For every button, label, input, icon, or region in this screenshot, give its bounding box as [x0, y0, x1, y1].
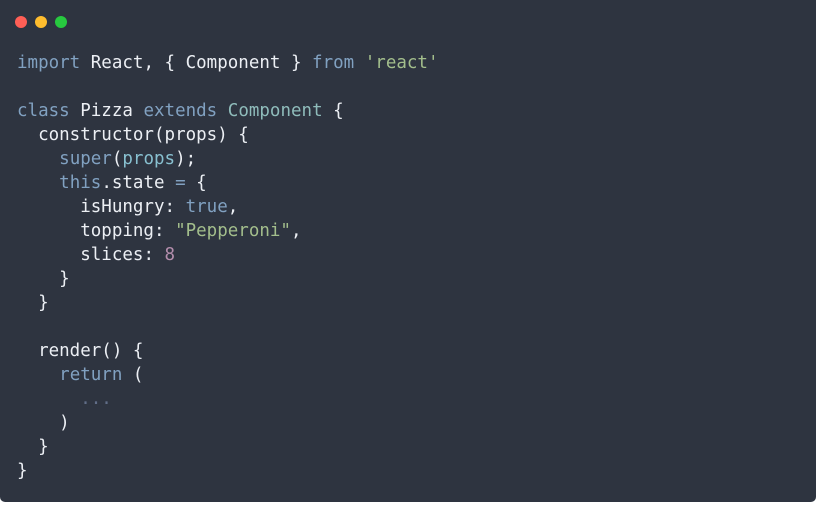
- code-token-punct: [133, 101, 144, 121]
- code-token-ident: isHungry: [80, 197, 165, 217]
- code-token-punct: );: [175, 149, 197, 169]
- code-token-punct: , {: [143, 53, 186, 73]
- code-token-punct: {: [322, 101, 344, 121]
- code-token-punct: [17, 389, 80, 409]
- code-line: return (: [17, 363, 439, 387]
- code-token-keyword: extends: [143, 101, 218, 121]
- code-token-punct: [70, 101, 81, 121]
- code-token-ident: slices: [80, 245, 144, 265]
- code-token-punct: :: [143, 245, 165, 265]
- code-token-punct: :: [153, 221, 176, 241]
- maximize-button[interactable]: [55, 16, 67, 28]
- code-line: render() {: [17, 339, 439, 363]
- code-line: slices: 8: [17, 243, 439, 267]
- code-token-ident: Pizza: [80, 101, 133, 121]
- code-token-ident: topping: [80, 221, 154, 241]
- code-token-keyword: class: [17, 101, 70, 121]
- code-token-punct: [80, 53, 91, 73]
- code-line: constructor(props) {: [17, 123, 439, 147]
- code-line: this.state = {: [17, 171, 439, 195]
- code-token-punct: }: [17, 269, 70, 289]
- code-token-ident: React: [90, 53, 144, 73]
- code-token-punct: (: [111, 149, 123, 169]
- code-token-punct: [17, 365, 59, 385]
- code-line: }: [17, 459, 439, 483]
- code-line: }: [17, 291, 439, 315]
- code-token-punct: [17, 221, 80, 241]
- code-line: }: [17, 267, 439, 291]
- code-line: }: [17, 435, 439, 459]
- code-token-punct: {: [185, 173, 207, 193]
- code-token-punct: :: [164, 197, 186, 217]
- code-token-punct: [354, 53, 365, 73]
- code-token-punct: (: [153, 125, 165, 145]
- code-token-punct: [17, 245, 80, 265]
- code-token-func: constructor: [38, 125, 154, 145]
- code-token-ident: state: [111, 173, 165, 193]
- code-token-keyword: import: [17, 53, 81, 73]
- code-token-punct: .: [101, 173, 112, 193]
- code-window: import React, { Component } from 'react'…: [0, 0, 816, 502]
- code-token-string: "Pepperoni": [175, 221, 291, 241]
- code-token-param: props: [122, 149, 176, 169]
- code-token-punct: [17, 197, 80, 217]
- code-token-keyword: this: [59, 173, 102, 193]
- minimize-button[interactable]: [35, 16, 47, 28]
- code-token-punct: }: [17, 461, 28, 481]
- code-token-punct: [17, 173, 59, 193]
- code-token-number: 8: [164, 245, 176, 265]
- code-token-punct: [17, 341, 38, 361]
- code-line: ): [17, 411, 439, 435]
- code-token-punct: [217, 101, 228, 121]
- code-token-punct: [17, 125, 38, 145]
- code-line: class Pizza extends Component {: [17, 99, 439, 123]
- code-token-punct: ,: [290, 221, 302, 241]
- close-button[interactable]: [15, 16, 27, 28]
- code-line: super(props);: [17, 147, 439, 171]
- code-token-punct: ,: [227, 197, 239, 217]
- code-token-punct: }: [17, 293, 49, 313]
- code-line: ...: [17, 387, 439, 411]
- code-token-keyword: super: [59, 149, 112, 169]
- window-titlebar: [0, 0, 816, 40]
- code-token-class: Component: [227, 101, 323, 121]
- code-token-ident: Component: [185, 53, 281, 73]
- code-token-punct: (: [122, 365, 144, 385]
- code-token-func: render: [38, 341, 102, 361]
- code-token-keyword: true: [185, 197, 228, 217]
- code-line: topping: "Pepperoni",: [17, 219, 439, 243]
- code-token-punct: }: [17, 437, 49, 457]
- code-line: import React, { Component } from 'react': [17, 51, 439, 75]
- code-block[interactable]: import React, { Component } from 'react'…: [17, 51, 439, 483]
- code-token-keyword: from: [312, 53, 355, 73]
- code-token-punct: ) {: [217, 125, 249, 145]
- code-token-operator: =: [175, 173, 186, 193]
- code-token-punct: ): [17, 413, 70, 433]
- code-token-ident: props: [164, 125, 218, 145]
- code-token-punct: }: [280, 53, 313, 73]
- code-token-punct: [17, 149, 59, 169]
- code-line: isHungry: true,: [17, 195, 439, 219]
- code-token-keyword: return: [59, 365, 123, 385]
- code-token-comment: ...: [80, 389, 112, 409]
- code-token-string: 'react': [364, 53, 439, 73]
- code-token-punct: () {: [101, 341, 144, 361]
- code-token-punct: [165, 173, 176, 193]
